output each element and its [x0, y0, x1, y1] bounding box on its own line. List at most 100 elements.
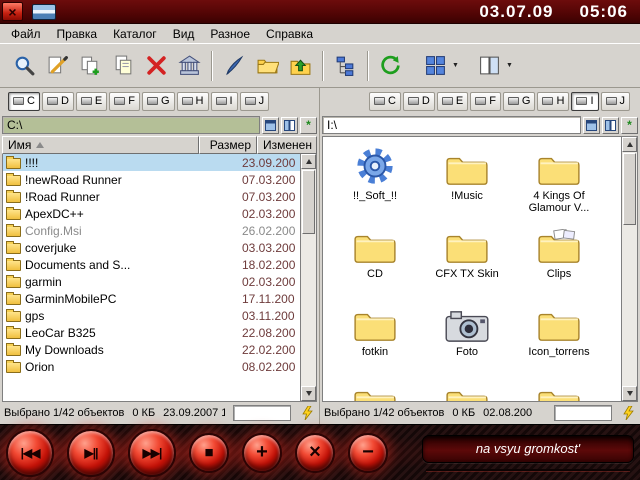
folder-icon	[6, 345, 21, 356]
right-scrollbar[interactable]	[621, 137, 637, 401]
file-item-label: Icon_torrens	[528, 346, 589, 358]
file-row[interactable]: My Downloads22.02.200	[3, 341, 300, 358]
file-item-label: fotkin	[362, 346, 388, 358]
open-folder-button[interactable]	[251, 48, 284, 84]
menu-view[interactable]: Вид	[165, 25, 203, 43]
file-item[interactable]: fotkin	[329, 297, 421, 375]
right-path[interactable]: I:\	[322, 116, 581, 134]
tree-button[interactable]	[329, 48, 362, 84]
left-drive-button-J[interactable]: J	[240, 92, 270, 111]
scroll-thumb[interactable]	[302, 170, 315, 234]
duplicate-button[interactable]	[107, 48, 140, 84]
right-drive-button-J[interactable]: J	[601, 92, 631, 111]
chevron-down-icon[interactable]: ▼	[506, 62, 513, 69]
right-drive-button-F[interactable]: F	[470, 92, 501, 111]
file-row[interactable]: Config.Msi26.02.200	[3, 222, 300, 239]
edit-button[interactable]	[41, 48, 74, 84]
file-item[interactable]: !Music	[421, 141, 513, 219]
scroll-down-button[interactable]	[301, 386, 316, 401]
scroll-thumb[interactable]	[623, 153, 636, 225]
file-row[interactable]: Orion08.02.200	[3, 358, 300, 375]
layout-button[interactable]	[473, 48, 506, 84]
left-command-input[interactable]	[233, 405, 291, 421]
menu-misc[interactable]: Разное	[202, 25, 258, 43]
next-track-button[interactable]: ▶▶|	[128, 429, 176, 477]
file-item[interactable]: Foto	[421, 297, 513, 375]
right-drive-button-D[interactable]: D	[403, 92, 435, 111]
copy-button[interactable]	[74, 48, 107, 84]
left-drive-button-D[interactable]: D	[42, 92, 74, 111]
volume-up-button[interactable]: +	[242, 433, 282, 473]
left-drive-button-G[interactable]: G	[142, 92, 175, 111]
right-pane: CDEFGHIJ I:\ * !!_Soft_!!!Music4 Kings O…	[320, 88, 640, 424]
file-item[interactable]	[329, 375, 421, 401]
file-row[interactable]: !newRoad Runner07.03.200	[3, 171, 300, 188]
pen-button[interactable]	[218, 48, 251, 84]
scroll-up-button[interactable]	[301, 154, 316, 169]
file-row[interactable]: GarminMobilePC17.11.200	[3, 290, 300, 307]
right-quick-search-button[interactable]	[620, 405, 636, 422]
file-row[interactable]: garmin02.03.200	[3, 273, 300, 290]
left-view-button[interactable]	[262, 117, 279, 134]
close-button[interactable]: ×	[2, 2, 23, 21]
left-drive-button-C[interactable]: C	[8, 92, 40, 111]
archive-button[interactable]	[173, 48, 206, 84]
scroll-up-button[interactable]	[622, 137, 637, 152]
left-drive-button-I[interactable]: I	[211, 92, 238, 111]
right-drive-button-I[interactable]: I	[571, 92, 598, 111]
previous-track-button[interactable]: |◀◀	[6, 429, 54, 477]
file-row[interactable]: Documents and S...18.02.200	[3, 256, 300, 273]
left-history-button[interactable]	[281, 117, 298, 134]
menu-file[interactable]: Файл	[3, 25, 49, 43]
file-item[interactable]: !!_Soft_!!	[329, 141, 421, 219]
volume-slider[interactable]	[426, 469, 630, 471]
file-item[interactable]: CD	[329, 219, 421, 297]
right-drive-button-G[interactable]: G	[503, 92, 536, 111]
left-drive-button-H[interactable]: H	[177, 92, 209, 111]
play-pause-button[interactable]: ▶||	[67, 429, 115, 477]
file-item[interactable]: 4 Kings Of Glamour V...	[513, 141, 605, 219]
right-drive-button-H[interactable]: H	[537, 92, 569, 111]
menu-directory[interactable]: Каталог	[105, 25, 165, 43]
column-size[interactable]: Размер	[199, 136, 257, 154]
file-row[interactable]: coverjuke03.03.200	[3, 239, 300, 256]
file-row[interactable]: LeoCar B32522.08.200	[3, 324, 300, 341]
left-favorites-button[interactable]: *	[300, 117, 317, 134]
file-row[interactable]: gps03.11.200	[3, 307, 300, 324]
stop-button[interactable]: ■	[189, 433, 229, 473]
file-item[interactable]: Icon_torrens	[513, 297, 605, 375]
right-drive-button-E[interactable]: E	[437, 92, 468, 111]
menu-help[interactable]: Справка	[258, 25, 321, 43]
right-view-button[interactable]	[583, 117, 600, 134]
column-modified[interactable]: Изменен	[257, 136, 317, 154]
file-row[interactable]: !!!!23.09.200	[3, 154, 300, 171]
right-drive-button-C[interactable]: C	[369, 92, 401, 111]
file-row[interactable]: ApexDC++02.03.200	[3, 205, 300, 222]
right-command-input[interactable]	[554, 405, 612, 421]
right-history-button[interactable]	[602, 117, 619, 134]
left-drive-button-F[interactable]: F	[109, 92, 140, 111]
file-item[interactable]: Clips	[513, 219, 605, 297]
left-drive-button-E[interactable]: E	[76, 92, 107, 111]
left-path[interactable]: C:\	[2, 116, 260, 134]
parent-dir-button[interactable]	[284, 48, 317, 84]
drive-icon	[81, 97, 92, 105]
file-item[interactable]	[421, 375, 513, 401]
file-row[interactable]: !Road Runner07.03.200	[3, 188, 300, 205]
view-mode-button[interactable]	[419, 48, 452, 84]
left-quick-search-button[interactable]	[299, 405, 315, 422]
menu-edit[interactable]: Правка	[49, 25, 106, 43]
right-favorites-button[interactable]: *	[621, 117, 638, 134]
file-item[interactable]	[513, 375, 605, 401]
volume-down-button[interactable]: −	[348, 433, 388, 473]
search-button[interactable]	[8, 48, 41, 84]
mute-button[interactable]: ×	[295, 433, 335, 473]
column-name[interactable]: Имя	[2, 136, 199, 154]
delete-button[interactable]	[140, 48, 173, 84]
left-scrollbar[interactable]	[300, 154, 316, 401]
app-logo-icon[interactable]	[32, 4, 56, 20]
file-item[interactable]: CFX TX Skin	[421, 219, 513, 297]
scroll-down-button[interactable]	[622, 386, 637, 401]
refresh-button[interactable]	[374, 48, 407, 84]
chevron-down-icon[interactable]: ▼	[452, 62, 459, 69]
